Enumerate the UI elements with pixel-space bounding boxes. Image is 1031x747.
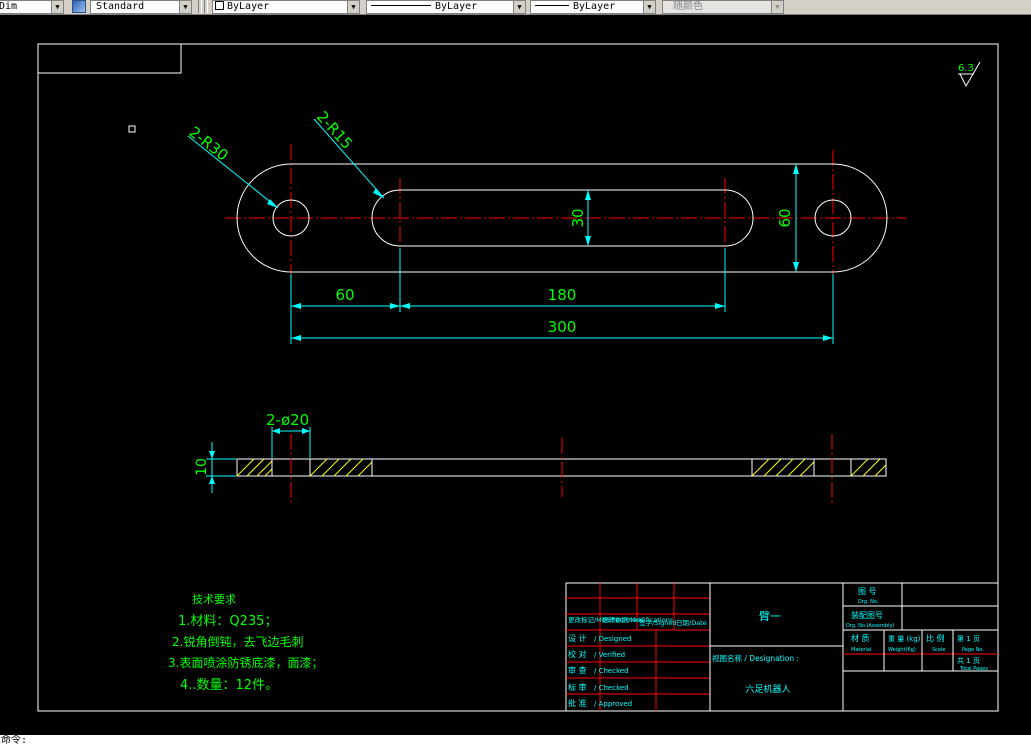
row-designed-label: 设 计 — [568, 633, 587, 643]
textstyle-dropdown[interactable]: Standard ▼ — [90, 0, 192, 14]
scale-en: Scale — [932, 647, 945, 653]
dim-arrow — [823, 335, 833, 341]
layer-color-value: ByLayer — [227, 1, 270, 12]
plotstyle-value: 随颜色 — [673, 1, 703, 12]
linetype-dropdown[interactable]: ByLayer ▼ — [366, 0, 526, 14]
text-style-icon[interactable] — [72, 0, 86, 13]
title-block: 更改标记/Modified mark 更改依据/Modifications 签字… — [565, 582, 999, 712]
page-en: Page No. — [962, 647, 984, 653]
dim-slot-length: 180 — [548, 286, 577, 304]
dim-arrow — [793, 164, 799, 174]
row-designed-en: / Designed — [594, 635, 632, 643]
textstyle-value: Standard — [96, 1, 145, 12]
height-dim: 60 — [776, 208, 794, 227]
product-name: 六足机器人 — [745, 683, 790, 695]
surface-roughness-symbol: 6.3 — [958, 61, 981, 88]
dimstyle-dropdown[interactable]: Dim ▼ — [0, 0, 64, 14]
toolbar-separator — [198, 0, 202, 13]
row-checked-en: / Checked — [594, 667, 629, 675]
chevron-down-icon: ▼ — [347, 1, 359, 13]
lineweight-dropdown[interactable]: ByLayer ▼ — [530, 0, 656, 14]
scale-label: 比 例 — [926, 633, 945, 643]
row-approved-en: / Approved — [594, 700, 632, 708]
hatch-left-2 — [309, 458, 373, 477]
layer-color-dropdown[interactable]: ByLayer ▼ — [212, 0, 360, 14]
dim-arrow — [585, 236, 591, 246]
row-checked-label: 审 查 — [568, 665, 587, 675]
dim-arrow — [209, 476, 215, 484]
tech-item-4: 4..数量：12件。 — [180, 678, 278, 693]
drawing-no-en: Drg. No. — [858, 599, 879, 605]
plotstyle-dropdown[interactable]: 随颜色 ▼ — [662, 0, 784, 14]
assembly-no-label: 装配图号 — [851, 610, 883, 620]
row-verified-en: / Verified — [594, 651, 625, 659]
header-signed: 签字/Signed — [639, 618, 677, 627]
chevron-down-icon: ▼ — [51, 1, 63, 13]
thickness-dim: 10 — [194, 458, 210, 476]
roughness-value: 6.3 — [958, 63, 974, 74]
command-line[interactable]: 命令: — [0, 735, 1031, 747]
hatch-right-1 — [751, 458, 815, 477]
grip-marker[interactable] — [128, 125, 136, 133]
header-date: 日期/Date — [676, 619, 707, 627]
chevron-down-icon: ▼ — [179, 1, 191, 13]
dim-arrow — [793, 262, 799, 272]
dim-arrow — [291, 335, 301, 341]
drawing-number-box — [37, 43, 182, 74]
drawing-canvas[interactable]: 6.3 2-R30 2-R15 30 60 60 180 300 2-ø20 1… — [0, 14, 1031, 735]
top-view: 2-R30 2-R15 30 60 60 180 300 — [186, 108, 906, 344]
dim-left: 60 — [335, 286, 354, 304]
assembly-no-en: Drg. No.(Assembly) — [846, 623, 895, 629]
dim-arrow — [209, 451, 215, 459]
dim-arrow — [291, 303, 301, 309]
linetype-value: ByLayer — [435, 1, 478, 12]
row-standard-checked-label: 标 审 — [568, 682, 587, 692]
designation-label: 视图名称 / Designation : — [712, 653, 799, 663]
page-label: 第 1 页 — [957, 634, 980, 643]
chevron-down-icon: ▼ — [643, 1, 655, 13]
chevron-down-icon: ▼ — [771, 1, 783, 13]
command-prompt: 命令: — [1, 735, 28, 746]
total-label: 共 1 页 — [957, 656, 980, 665]
material-label: 材 质 — [851, 633, 870, 643]
dim-arrow — [390, 303, 400, 309]
side-view: 2-ø20 10 — [194, 411, 887, 503]
radius-label: 2-R30 — [186, 123, 232, 165]
drawing-no-label: 图 号 — [858, 587, 877, 596]
weight-label: 重 量 (kg) — [888, 635, 921, 643]
slot-width-dim: 30 — [569, 208, 587, 227]
chevron-down-icon: ▼ — [513, 1, 525, 13]
tech-item-3: 3.表面喷涂防锈底漆，面漆； — [168, 655, 323, 670]
dim-arrow — [585, 190, 591, 200]
row-standard-checked-en: / Checked — [594, 684, 629, 692]
hole-label: 2-ø20 — [266, 411, 309, 429]
tech-item-1: 1.材料：Q235； — [178, 614, 277, 629]
total-en: Total Pages — [959, 666, 988, 672]
lineweight-value: ByLayer — [573, 1, 616, 12]
weight-en: Weight(Kg) — [888, 647, 916, 653]
properties-toolbar: Dim ▼ Standard ▼ ByLayer ▼ ByLayer ▼ ByL… — [0, 0, 1031, 15]
color-swatch-icon — [215, 1, 224, 10]
hatch-left-1 — [236, 458, 273, 477]
row-approved-label: 批 准 — [568, 698, 587, 708]
slot-radius-label: 2-R15 — [313, 108, 356, 153]
material-en: Material — [851, 647, 871, 653]
tech-item-2: 2.锐角倒钝，去飞边毛刺 — [172, 635, 303, 649]
toolbar-separator — [204, 0, 208, 13]
dim-arrow — [400, 303, 410, 309]
leader-arrow — [373, 188, 384, 198]
linetype-preview-icon — [371, 5, 431, 6]
dim-overall: 300 — [548, 318, 577, 336]
dimstyle-value: Dim — [0, 1, 18, 12]
lineweight-preview-icon — [535, 5, 569, 6]
dim-arrow — [715, 303, 725, 309]
technical-requirements: 技术要求 1.材料：Q235； 2.锐角倒钝，去飞边毛刺 3.表面喷涂防锈底漆，… — [168, 593, 323, 693]
hatch-right-2 — [850, 458, 887, 477]
row-verified-label: 校 对 — [568, 649, 587, 659]
part-name: 臂一 — [759, 610, 781, 623]
tech-requirements-title: 技术要求 — [192, 593, 236, 606]
